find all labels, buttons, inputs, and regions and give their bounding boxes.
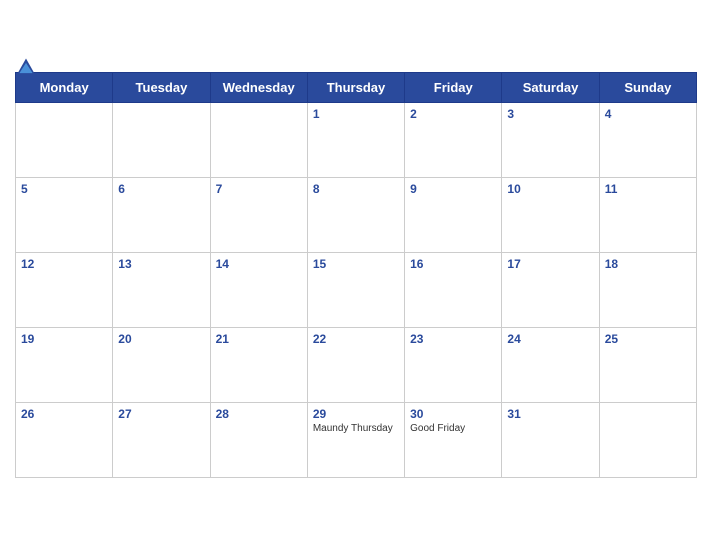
calendar-cell: 17: [502, 252, 599, 327]
day-number: 16: [410, 257, 496, 271]
calendar-week-row: 19 20 21 22 23 24 25: [16, 327, 697, 402]
calendar-cell: 19: [16, 327, 113, 402]
day-number: 8: [313, 182, 399, 196]
day-number: 23: [410, 332, 496, 346]
calendar-cell: 30 Good Friday: [405, 402, 502, 477]
calendar-container: Monday Tuesday Wednesday Thursday Friday…: [0, 58, 712, 493]
day-number: 13: [118, 257, 204, 271]
calendar-cell: 14: [210, 252, 307, 327]
calendar-week-row: 56789 10 11: [16, 177, 697, 252]
calendar-cell: 6: [113, 177, 210, 252]
day-number: 17: [507, 257, 593, 271]
header-wednesday: Wednesday: [210, 72, 307, 102]
header-friday: Friday: [405, 72, 502, 102]
holiday-name: Maundy Thursday: [313, 423, 399, 434]
weekday-header-row: Monday Tuesday Wednesday Thursday Friday…: [16, 72, 697, 102]
day-number: 21: [216, 332, 302, 346]
general-blue-icon: [15, 57, 37, 79]
header-sunday: Sunday: [599, 72, 696, 102]
calendar-table: Monday Tuesday Wednesday Thursday Friday…: [15, 72, 697, 478]
day-number: 18: [605, 257, 691, 271]
day-number: 6: [118, 182, 204, 196]
calendar-cell: 1: [307, 102, 404, 177]
calendar-cell: 18: [599, 252, 696, 327]
day-number: 15: [313, 257, 399, 271]
calendar-cell: 5: [16, 177, 113, 252]
calendar-cell: [599, 402, 696, 477]
day-number: 26: [21, 407, 107, 421]
day-number: 20: [118, 332, 204, 346]
calendar-cell: 8: [307, 177, 404, 252]
calendar-cell: 25: [599, 327, 696, 402]
calendar-cell: 10: [502, 177, 599, 252]
calendar-cell: 4: [599, 102, 696, 177]
day-number: 9: [410, 182, 496, 196]
calendar-cell: [210, 102, 307, 177]
calendar-cell: 24: [502, 327, 599, 402]
logo-wrap: [15, 57, 40, 79]
calendar-cell: 29 Maundy Thursday: [307, 402, 404, 477]
day-number: 4: [605, 107, 691, 121]
day-number: 11: [605, 182, 691, 196]
calendar-cell: 28: [210, 402, 307, 477]
calendar-cell: 7: [210, 177, 307, 252]
calendar-cell: 21: [210, 327, 307, 402]
day-number: 22: [313, 332, 399, 346]
day-number: 28: [216, 407, 302, 421]
calendar-cell: 20: [113, 327, 210, 402]
calendar-cell: 3: [502, 102, 599, 177]
logo-area: [15, 57, 40, 79]
day-number: 14: [216, 257, 302, 271]
calendar-cell: 23: [405, 327, 502, 402]
calendar-cell: 16: [405, 252, 502, 327]
header-tuesday: Tuesday: [113, 72, 210, 102]
calendar-cell: [16, 102, 113, 177]
day-number: 25: [605, 332, 691, 346]
header-thursday: Thursday: [307, 72, 404, 102]
calendar-week-row: 26 27 28 29 Maundy Thursday 30 Good Friday 31: [16, 402, 697, 477]
calendar-thead: Monday Tuesday Wednesday Thursday Friday…: [16, 72, 697, 102]
day-number: 24: [507, 332, 593, 346]
day-number: 7: [216, 182, 302, 196]
calendar-cell: 2: [405, 102, 502, 177]
day-number: 3: [507, 107, 593, 121]
calendar-body: 1234567891011121314151617181920212223242…: [16, 102, 697, 477]
holiday-name: Good Friday: [410, 423, 496, 434]
calendar-cell: 9: [405, 177, 502, 252]
calendar-week-row: 1234: [16, 102, 697, 177]
calendar-week-row: 12 13 14 15 16 17 18: [16, 252, 697, 327]
day-number: 10: [507, 182, 593, 196]
calendar-cell: 11: [599, 177, 696, 252]
day-number: 29: [313, 407, 399, 421]
calendar-cell: 15: [307, 252, 404, 327]
day-number: 12: [21, 257, 107, 271]
calendar-cell: [113, 102, 210, 177]
day-number: 31: [507, 407, 593, 421]
calendar-cell: 22: [307, 327, 404, 402]
day-number: 1: [313, 107, 399, 121]
calendar-cell: 27: [113, 402, 210, 477]
calendar-cell: 13: [113, 252, 210, 327]
day-number: 30: [410, 407, 496, 421]
day-number: 5: [21, 182, 107, 196]
day-number: 19: [21, 332, 107, 346]
calendar-cell: 12: [16, 252, 113, 327]
day-number: 2: [410, 107, 496, 121]
calendar-cell: 26: [16, 402, 113, 477]
calendar-cell: 31: [502, 402, 599, 477]
header-saturday: Saturday: [502, 72, 599, 102]
day-number: 27: [118, 407, 204, 421]
